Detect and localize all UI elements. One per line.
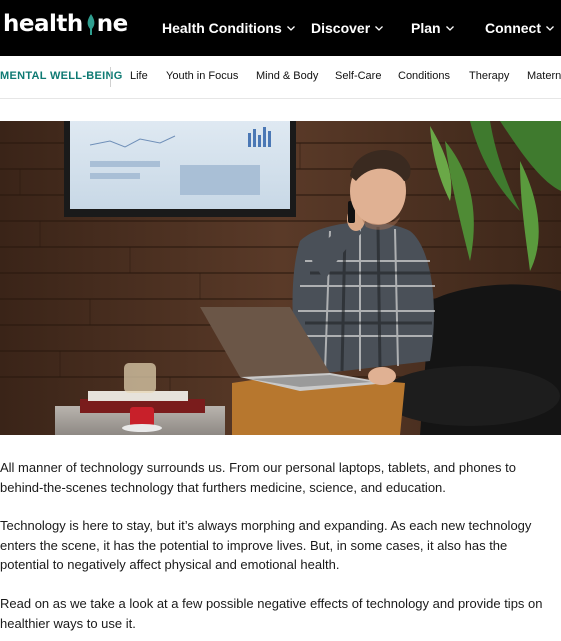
nav-label: Plan bbox=[411, 20, 441, 36]
photo-man-on-phone-icon bbox=[0, 121, 561, 435]
subnav-item-self-care[interactable]: Self-Care bbox=[335, 70, 381, 82]
chevron-down-icon bbox=[286, 26, 295, 31]
chevron-down-icon bbox=[546, 26, 554, 31]
logo-text-left: health bbox=[3, 11, 83, 37]
chevron-down-icon bbox=[445, 26, 454, 31]
subnav-item-conditions[interactable]: Conditions bbox=[398, 70, 450, 82]
hero-image bbox=[0, 121, 561, 435]
category-link-mental-well-being[interactable]: MENTAL WELL-BEING bbox=[0, 70, 123, 82]
subnav-item-maternity[interactable]: Matern bbox=[527, 70, 561, 82]
logo-text-right: ne bbox=[96, 11, 128, 37]
nav-connect[interactable]: Connect bbox=[485, 0, 555, 56]
subnav-item-youth-in-focus[interactable]: Youth in Focus bbox=[166, 70, 238, 82]
subnav-item-therapy[interactable]: Therapy bbox=[469, 70, 509, 82]
subnav-item-mind-body[interactable]: Mind & Body bbox=[256, 70, 318, 82]
chevron-down-icon bbox=[375, 26, 384, 31]
subnav-item-life[interactable]: Life bbox=[130, 70, 148, 82]
sub-navigation: MENTAL WELL-BEING Life Youth in Focus Mi… bbox=[0, 56, 561, 99]
nav-label: Connect bbox=[485, 20, 541, 36]
nav-health-conditions[interactable]: Health Conditions bbox=[162, 0, 296, 56]
article-paragraph: Read on as we take a look at a few possi… bbox=[0, 596, 543, 631]
top-header: health ne Health Conditions Discover Pla… bbox=[0, 0, 561, 56]
nav-plan[interactable]: Plan bbox=[411, 0, 455, 56]
logo-leaf-icon bbox=[87, 14, 95, 35]
subnav-divider bbox=[110, 67, 111, 87]
nav-label: Discover bbox=[311, 20, 371, 36]
nav-label: Health Conditions bbox=[162, 20, 282, 36]
article-paragraph: Technology is here to stay, but it’s alw… bbox=[0, 518, 532, 572]
nav-discover[interactable]: Discover bbox=[311, 0, 384, 56]
healthline-logo[interactable]: health ne bbox=[3, 11, 128, 37]
article-paragraph: All manner of technology surrounds us. F… bbox=[0, 460, 516, 495]
